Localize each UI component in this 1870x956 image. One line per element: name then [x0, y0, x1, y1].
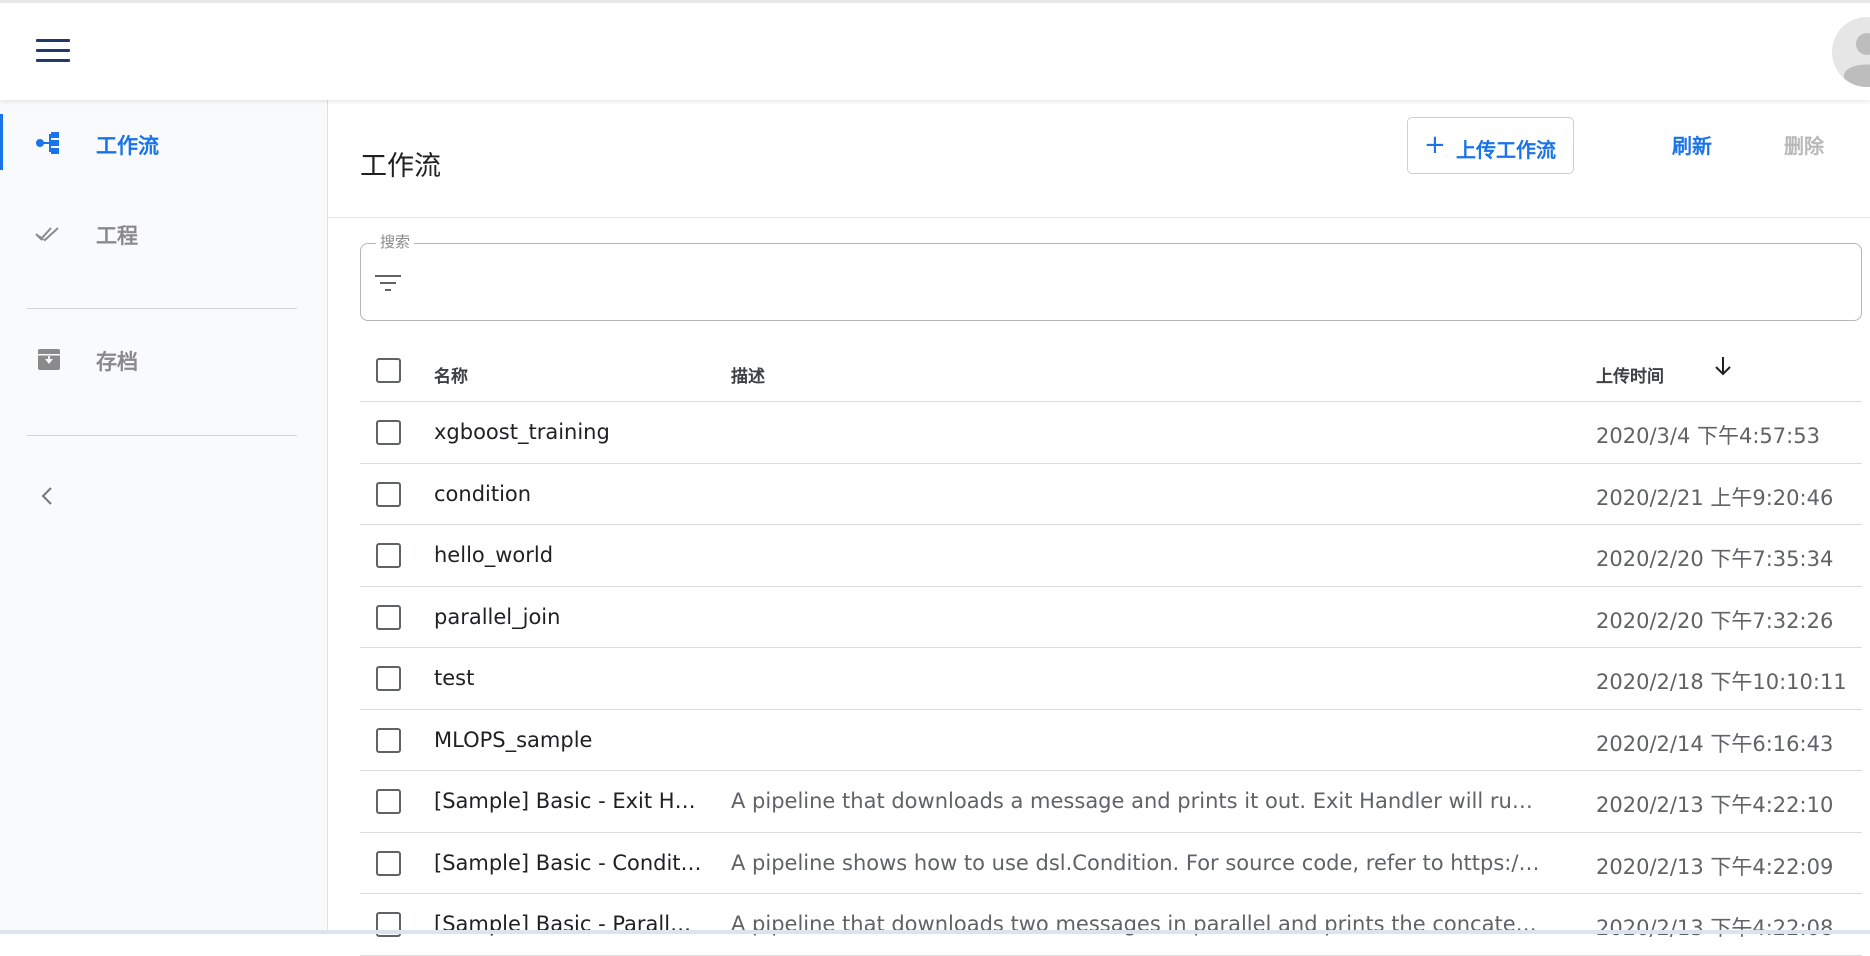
table-row[interactable]: [Sample] Basic - Condition A pipeline sh… [360, 833, 1862, 894]
sidebar-item-pipelines[interactable]: 工作流 [0, 114, 328, 174]
sidebar-item-archive[interactable]: 存档 [0, 330, 328, 390]
table-row[interactable]: test 2020/2/18 下午10:10:11 [360, 648, 1862, 710]
collapse-sidebar-chevron-left-icon[interactable] [36, 476, 60, 516]
pipeline-name-link[interactable]: [Sample] Basic - Condition [434, 851, 704, 875]
plus-icon: + [1424, 130, 1446, 160]
search-input[interactable] [416, 262, 1836, 302]
pipeline-upload-time: 2020/2/21 上午9:20:46 [1596, 485, 1834, 510]
search-label: 搜索 [376, 231, 415, 252]
pipeline-name-link[interactable]: xgboost_training [434, 420, 704, 444]
table-row[interactable]: [Sample] Basic - Parallel Join A pipelin… [360, 894, 1862, 956]
archive-icon [38, 349, 60, 370]
table-row[interactable]: MLOPS_sample 2020/2/14 下午6:16:43 [360, 710, 1862, 771]
person-icon [1844, 33, 1870, 87]
row-checkbox[interactable] [376, 789, 401, 814]
page-title: 工作流 [360, 151, 441, 182]
pipeline-name-link[interactable]: MLOPS_sample [434, 728, 704, 752]
delete-button: 删除 [1784, 134, 1824, 158]
window-bottom-edge [0, 930, 1870, 934]
arrow-down-sort-icon[interactable] [1713, 354, 1733, 380]
pipeline-upload-time: 2020/2/14 下午6:16:43 [1596, 731, 1834, 756]
row-checkbox[interactable] [376, 850, 401, 876]
pipeline-upload-time: 2020/2/20 下午7:35:34 [1596, 547, 1834, 571]
refresh-button[interactable]: 刷新 [1672, 130, 1712, 159]
upload-pipeline-label: 上传工作流 [1456, 138, 1556, 162]
sidebar-item-label: 工作流 [96, 134, 159, 158]
upload-pipeline-button[interactable]: + 上传工作流 [1407, 117, 1574, 174]
sidebar: 工作流 工程 存档 [0, 100, 328, 934]
select-all-checkbox[interactable] [376, 358, 401, 383]
table-row[interactable]: xgboost_training 2020/3/4 下午4:57:53 [360, 402, 1862, 464]
double-check-icon [35, 227, 59, 242]
table-row[interactable]: parallel_join 2020/2/20 下午7:32:26 [360, 587, 1862, 648]
row-checkbox[interactable] [376, 727, 401, 753]
pipeline-name-link[interactable]: test [434, 666, 704, 690]
header-divider [328, 217, 1870, 218]
column-header-name[interactable]: 名称 [434, 362, 704, 387]
pipeline-upload-time: 2020/2/18 下午10:10:11 [1596, 670, 1847, 694]
table-row[interactable]: [Sample] Basic - Exit Handler A pipeline… [360, 771, 1862, 833]
pipeline-upload-time: 2020/2/13 下午4:22:08 [1596, 916, 1834, 940]
pipeline-name-link[interactable]: parallel_join [434, 605, 704, 629]
pipeline-upload-time: 2020/3/4 下午4:57:53 [1596, 424, 1820, 448]
filter-list-icon [375, 275, 401, 291]
top-app-bar [0, 0, 1870, 100]
pipeline-name-link[interactable]: hello_world [434, 543, 704, 567]
row-checkbox[interactable] [376, 481, 401, 507]
pipelines-table: 名称 描述 上传时间 xgboost_training 2020/3/4 下午4… [360, 338, 1862, 956]
sidebar-divider [27, 308, 297, 309]
main-content: 工作流 + 上传工作流 刷新 删除 搜索 名称 描述 上传时间 xgboost_… [328, 100, 1870, 956]
pipeline-upload-time: 2020/2/13 下午4:22:10 [1596, 793, 1834, 817]
table-row[interactable]: hello_world 2020/2/20 下午7:35:34 [360, 525, 1862, 587]
row-checkbox[interactable] [376, 666, 401, 691]
account-avatar[interactable] [1832, 17, 1870, 87]
row-checkbox[interactable] [376, 543, 401, 568]
pipeline-upload-time: 2020/2/13 下午4:22:09 [1596, 854, 1834, 879]
pipeline-name-link[interactable]: condition [434, 482, 704, 506]
sidebar-item-label: 存档 [96, 350, 138, 374]
sidebar-item-label: 工程 [96, 224, 138, 248]
column-header-description[interactable]: 描述 [731, 362, 1541, 387]
pipeline-name-link[interactable]: [Sample] Basic - Exit Handler [434, 789, 704, 813]
sidebar-item-experiments[interactable]: 工程 [0, 204, 328, 264]
pipeline-description: A pipeline that downloads a message and … [731, 789, 1541, 813]
table-header-row: 名称 描述 上传时间 [360, 338, 1862, 402]
pipeline-description: A pipeline shows how to use dsl.Conditio… [731, 850, 1541, 875]
row-checkbox[interactable] [376, 604, 401, 630]
row-checkbox[interactable] [376, 420, 401, 445]
hamburger-menu-icon[interactable] [36, 39, 70, 65]
table-row[interactable]: condition 2020/2/21 上午9:20:46 [360, 464, 1862, 525]
sidebar-divider [27, 435, 297, 436]
pipeline-upload-time: 2020/2/20 下午7:32:26 [1596, 608, 1834, 633]
pipeline-icon [36, 132, 59, 154]
